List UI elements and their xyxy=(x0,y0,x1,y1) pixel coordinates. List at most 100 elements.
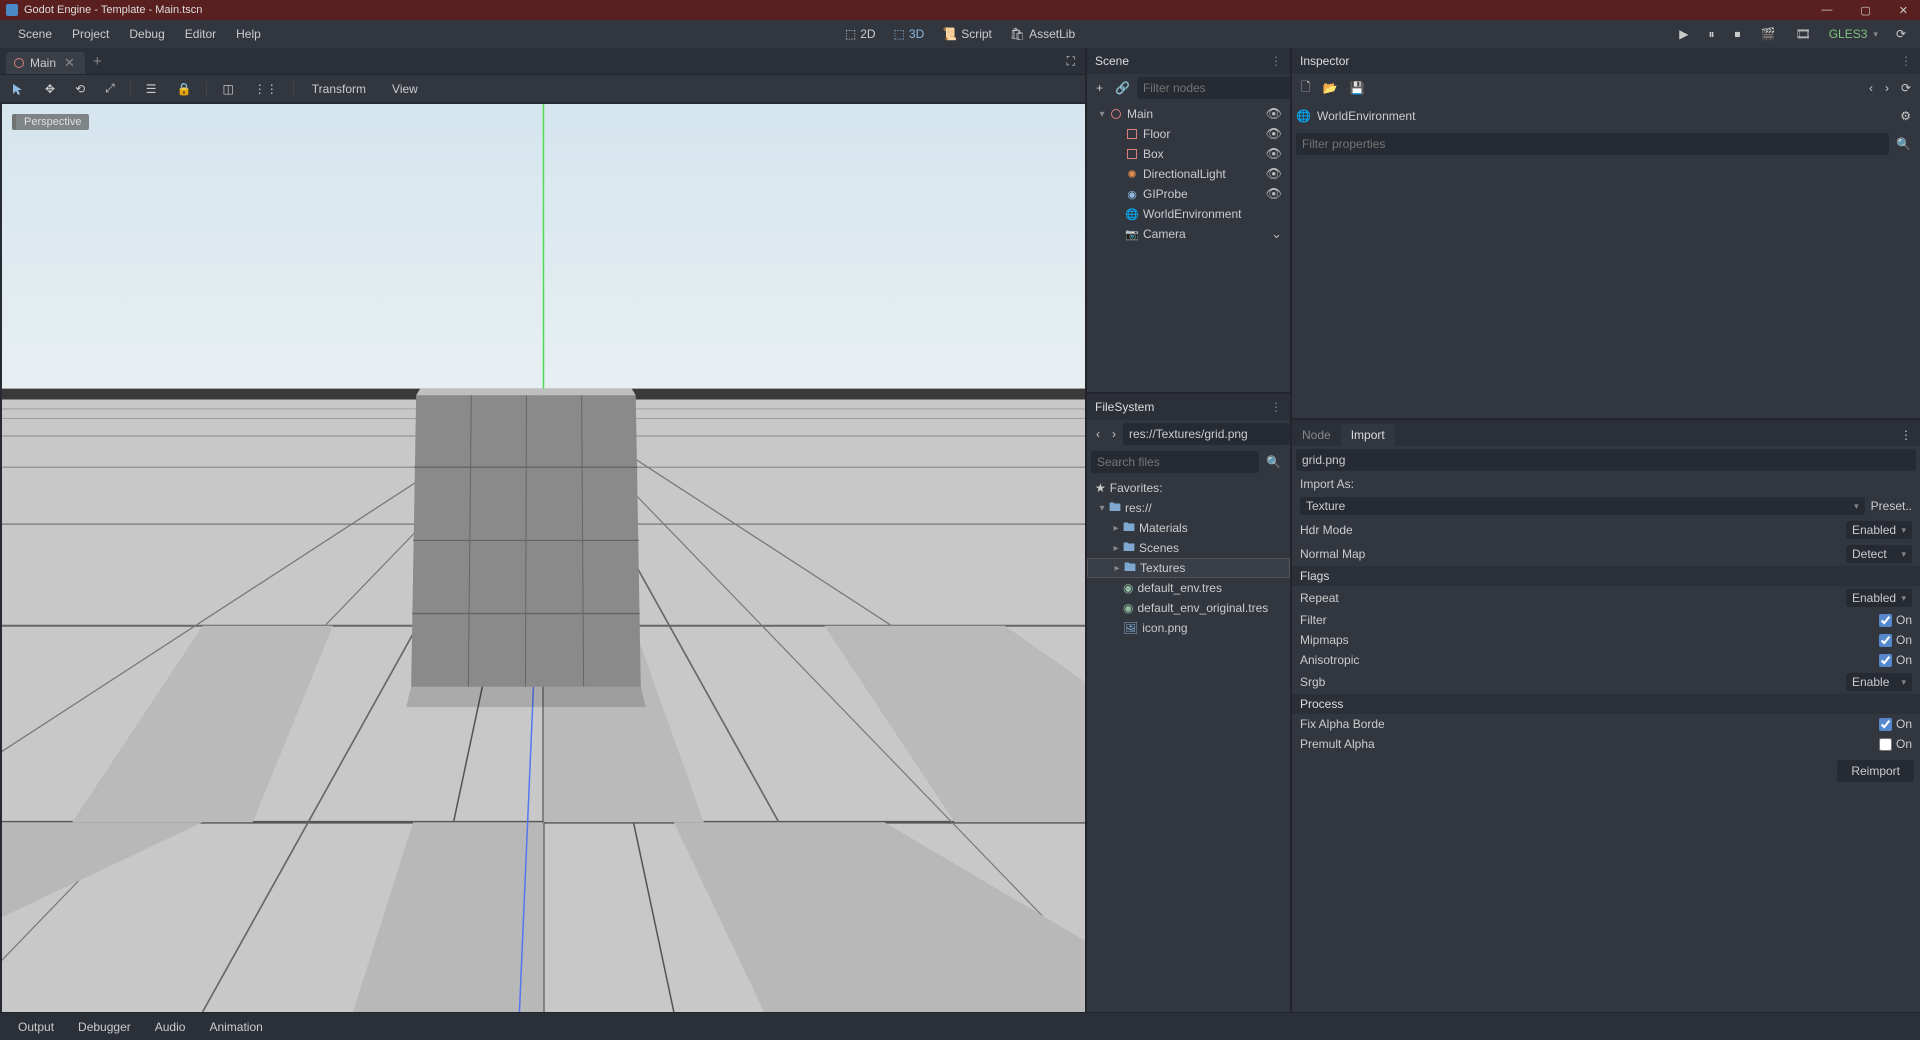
fs-item-scenes[interactable]: ▸🖿Scenes xyxy=(1087,538,1290,558)
play-custom-button[interactable]: 🎞 xyxy=(1789,23,1816,45)
visibility-toggle-icon[interactable]: 👁 xyxy=(1265,106,1286,122)
tree-arrow-icon[interactable]: ▾ xyxy=(1095,109,1109,120)
property-checkbox[interactable]: On xyxy=(1879,613,1912,627)
workspace-script-button[interactable]: 📜Script xyxy=(934,23,1000,45)
snap-tool[interactable]: ⋮⋮ xyxy=(249,79,283,99)
play-button[interactable]: ▶ xyxy=(1673,23,1694,45)
tree-arrow-icon[interactable]: ▸ xyxy=(1109,543,1123,554)
property-dropdown[interactable]: Enabled▾ xyxy=(1846,521,1912,539)
pause-button[interactable]: ⏸ xyxy=(1702,23,1720,46)
bottom-tab-output[interactable]: Output xyxy=(8,1016,64,1038)
scene-node-floor[interactable]: Floor👁 xyxy=(1087,124,1290,144)
tree-arrow-icon[interactable]: ▸ xyxy=(1110,563,1124,574)
renderer-dropdown[interactable]: GLES3▾ xyxy=(1825,27,1882,41)
tab-node[interactable]: Node xyxy=(1292,424,1341,446)
fs-item-res---[interactable]: ▾🖿res:// xyxy=(1087,498,1290,518)
filter-properties-input[interactable] xyxy=(1296,133,1889,155)
scene-tree[interactable]: ▾Main👁Floor👁Box👁✺DirectionalLight👁◉GIPro… xyxy=(1087,102,1290,392)
filesystem-tree[interactable]: ★ Favorites: ▾🖿res://▸🖿Materials▸🖿Scenes… xyxy=(1087,476,1290,1012)
history-menu-button[interactable]: ⟳ xyxy=(1896,78,1916,98)
fs-item-default-env-original-tres[interactable]: ◉default_env_original.tres xyxy=(1087,598,1290,618)
visibility-toggle-icon[interactable]: 👁 xyxy=(1265,186,1286,202)
resource-save-button[interactable]: 💾 xyxy=(1345,78,1370,98)
bottom-tab-animation[interactable]: Animation xyxy=(199,1016,272,1038)
resource-load-button[interactable]: 📂 xyxy=(1318,78,1343,98)
scene-node-main[interactable]: ▾Main👁 xyxy=(1087,104,1290,124)
panel-menu-icon[interactable]: ⋮ xyxy=(1270,54,1282,68)
scene-node-camera[interactable]: 📷Camera⌄ xyxy=(1087,224,1290,244)
object-options-button[interactable]: ⚙ xyxy=(1895,106,1916,126)
menu-scene[interactable]: Scene xyxy=(8,22,62,46)
tree-arrow-icon[interactable]: ▸ xyxy=(1109,523,1123,534)
scene-node-giprobe[interactable]: ◉GIProbe👁 xyxy=(1087,184,1290,204)
property-dropdown[interactable]: Detect▾ xyxy=(1846,545,1912,563)
refresh-button[interactable]: ⟳ xyxy=(1890,23,1912,45)
play-scene-button[interactable]: 🎬 xyxy=(1755,23,1782,45)
panel-menu-icon[interactable]: ⋮ xyxy=(1892,424,1920,446)
minimize-icon[interactable]: — xyxy=(1815,4,1838,17)
tab-import[interactable]: Import xyxy=(1341,424,1395,446)
menu-project[interactable]: Project xyxy=(62,22,119,46)
workspace-2d-button[interactable]: ⬚2D xyxy=(837,23,884,45)
distraction-free-button[interactable]: ⛶ xyxy=(1063,50,1079,73)
preview-icon[interactable]: ⌄ xyxy=(1271,226,1286,242)
tree-arrow-icon[interactable]: ▾ xyxy=(1095,503,1109,514)
menu-debug[interactable]: Debug xyxy=(119,22,174,46)
filesystem-path-input[interactable] xyxy=(1123,423,1290,445)
lock-tool[interactable]: 🔒 xyxy=(172,79,197,99)
scale-tool[interactable]: ⤢ xyxy=(100,78,120,99)
panel-menu-icon[interactable]: ⋮ xyxy=(1900,54,1912,68)
instance-scene-button[interactable]: 🔗 xyxy=(1110,78,1135,98)
add-node-button[interactable]: + xyxy=(1091,78,1108,98)
nav-back-button[interactable]: ‹ xyxy=(1091,424,1105,444)
filter-nodes-input[interactable] xyxy=(1137,77,1304,99)
scene-node-box[interactable]: Box👁 xyxy=(1087,144,1290,164)
maximize-icon[interactable]: ▢ xyxy=(1854,4,1876,17)
property-dropdown[interactable]: Enabled▾ xyxy=(1846,589,1912,607)
fs-item-default-env-tres[interactable]: ◉default_env.tres xyxy=(1087,578,1290,598)
rotate-tool[interactable]: ⟲ xyxy=(70,79,90,99)
visibility-toggle-icon[interactable]: 👁 xyxy=(1265,126,1286,142)
fs-item-materials[interactable]: ▸🖿Materials xyxy=(1087,518,1290,538)
fs-item-icon-png[interactable]: 🖼icon.png xyxy=(1087,618,1290,638)
workspace-3d-button[interactable]: ⬚3D xyxy=(886,23,933,45)
new-tab-button[interactable]: + xyxy=(85,51,110,72)
viewport-3d[interactable]: Perspective xyxy=(2,104,1085,1012)
transform-menu[interactable]: Transform xyxy=(304,79,374,99)
preset-button[interactable]: Preset.. xyxy=(1871,499,1912,513)
filesystem-search-input[interactable] xyxy=(1091,451,1259,473)
import-file-input[interactable] xyxy=(1296,449,1916,471)
select-tool[interactable] xyxy=(6,79,30,99)
view-menu[interactable]: View xyxy=(384,79,426,99)
panel-menu-icon[interactable]: ⋮ xyxy=(1270,400,1282,414)
import-as-dropdown[interactable]: Texture▾ xyxy=(1300,497,1865,515)
scene-tab-main[interactable]: Main ✕ xyxy=(6,52,85,74)
reimport-button[interactable]: Reimport xyxy=(1837,760,1914,782)
property-checkbox[interactable]: On xyxy=(1879,737,1912,751)
scene-node-directionallight[interactable]: ✺DirectionalLight👁 xyxy=(1087,164,1290,184)
move-tool[interactable]: ✥ xyxy=(40,79,60,99)
property-checkbox[interactable]: On xyxy=(1879,717,1912,731)
scene-node-worldenvironment[interactable]: 🌐WorldEnvironment xyxy=(1087,204,1290,224)
bottom-tab-debugger[interactable]: Debugger xyxy=(68,1016,141,1038)
search-icon[interactable]: 🔍 xyxy=(1261,452,1286,472)
local-space-tool[interactable]: ◫ xyxy=(217,79,238,99)
fs-item-textures[interactable]: ▸🖿Textures xyxy=(1087,558,1290,578)
menu-help[interactable]: Help xyxy=(226,22,271,46)
tab-close-button[interactable]: ✕ xyxy=(62,55,77,71)
visibility-toggle-icon[interactable]: 👁 xyxy=(1265,146,1286,162)
stop-button[interactable]: ⏹ xyxy=(1729,23,1747,46)
favorites-row[interactable]: ★ Favorites: xyxy=(1087,478,1290,498)
perspective-badge[interactable]: Perspective xyxy=(12,114,89,130)
property-checkbox[interactable]: On xyxy=(1879,633,1912,647)
visibility-toggle-icon[interactable]: 👁 xyxy=(1265,166,1286,182)
list-select-tool[interactable]: ☰ xyxy=(141,79,162,99)
workspace-assetlib-button[interactable]: 🛍AssetLib xyxy=(1002,23,1083,45)
history-back-button[interactable]: ‹ xyxy=(1864,78,1878,98)
close-icon[interactable]: ✕ xyxy=(1893,4,1914,17)
resource-new-button[interactable]: 🗋 xyxy=(1296,75,1316,102)
property-checkbox[interactable]: On xyxy=(1879,653,1912,667)
menu-editor[interactable]: Editor xyxy=(175,22,226,46)
property-dropdown[interactable]: Enable▾ xyxy=(1846,673,1912,691)
bottom-tab-audio[interactable]: Audio xyxy=(145,1016,196,1038)
